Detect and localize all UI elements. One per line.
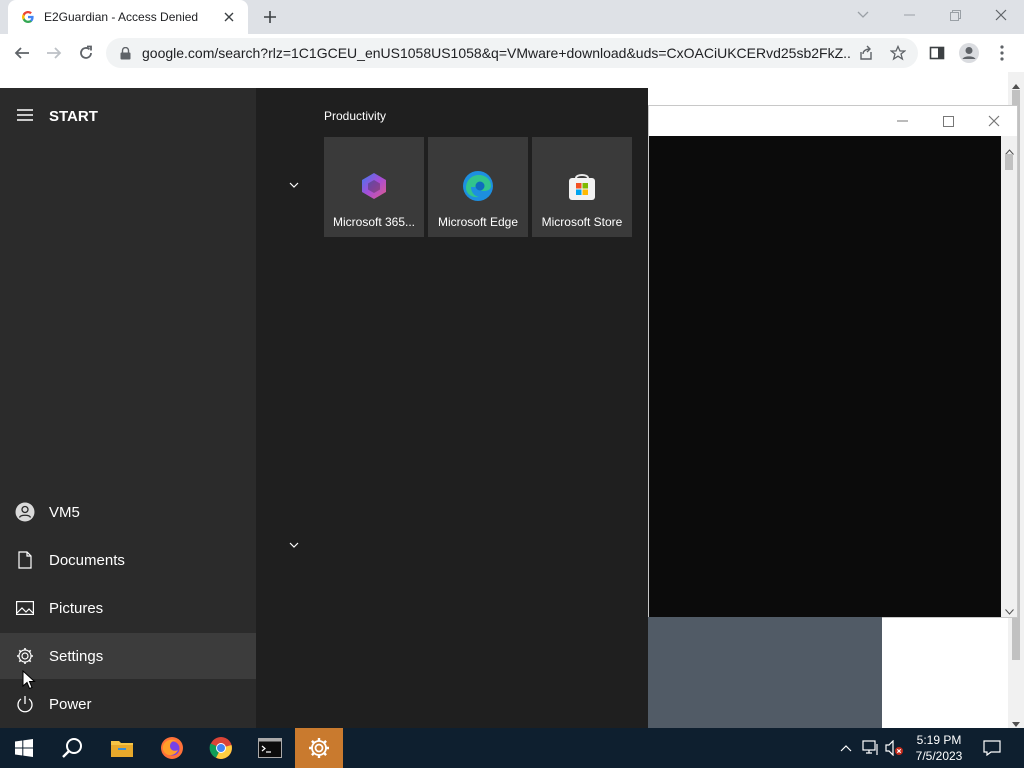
tab-search-icon[interactable]: [840, 0, 886, 30]
tile-microsoft-edge[interactable]: Microsoft Edge: [428, 137, 528, 237]
hamburger-menu-icon[interactable]: [16, 108, 34, 124]
vm-close-icon[interactable]: [971, 106, 1017, 136]
pictures-icon: [15, 598, 35, 618]
system-clock[interactable]: 5:19 PM 7/5/2023: [908, 732, 970, 764]
pictures-label: Pictures: [49, 599, 104, 617]
back-icon[interactable]: [9, 41, 35, 65]
microsoft-365-icon: [357, 169, 391, 203]
documents-item[interactable]: Documents: [0, 537, 256, 583]
volume-muted-icon[interactable]: [884, 728, 906, 768]
clock-date: 7/5/2023: [915, 749, 963, 763]
start-menu-nav: START VM5 Documents Pictures Settings Po…: [0, 88, 256, 728]
tile-label: Microsoft Store: [541, 215, 623, 229]
tab-title: E2Guardian - Access Denied: [44, 10, 199, 24]
restore-icon[interactable]: [932, 0, 978, 30]
power-label: Power: [49, 695, 92, 713]
share-icon[interactable]: [858, 45, 874, 66]
reload-icon[interactable]: [73, 41, 99, 65]
profile-avatar-icon[interactable]: [956, 41, 982, 65]
taskbar: 5:19 PM 7/5/2023: [0, 728, 1024, 768]
firefox-icon[interactable]: [148, 728, 196, 768]
chrome-icon[interactable]: [197, 728, 245, 768]
tile-microsoft-365[interactable]: Microsoft 365...: [324, 137, 424, 237]
network-icon[interactable]: [860, 728, 882, 768]
close-window-icon[interactable]: [978, 0, 1024, 30]
background-window-area: [648, 617, 882, 728]
edge-icon: [461, 169, 495, 203]
start-icon[interactable]: [0, 728, 48, 768]
chevron-down-icon[interactable]: [286, 179, 302, 191]
tile-group-label: Productivity: [324, 109, 387, 123]
settings-label: Settings: [49, 647, 104, 665]
user-name: VM5: [49, 503, 80, 521]
tab-close-icon[interactable]: [218, 6, 240, 28]
pictures-item[interactable]: Pictures: [0, 585, 256, 631]
menu-kebab-icon[interactable]: [989, 41, 1015, 65]
browser-toolbar: google.com/search?rlz=1C1GCEU_enUS1058US…: [0, 34, 1024, 73]
power-icon: [15, 694, 35, 714]
browser-tab-strip: E2Guardian - Access Denied: [0, 0, 1024, 34]
tile-label: Microsoft Edge: [437, 215, 519, 229]
minimize-icon[interactable]: [886, 0, 932, 30]
bookmark-star-icon[interactable]: [889, 44, 907, 66]
tile-label: Microsoft 365...: [332, 215, 416, 229]
google-favicon-icon: [20, 9, 36, 25]
browser-tab[interactable]: E2Guardian - Access Denied: [8, 0, 248, 34]
show-hidden-icons-chevron-icon[interactable]: [836, 728, 856, 768]
mouse-cursor-icon: [22, 669, 36, 690]
start-menu-header: START: [0, 104, 256, 128]
forward-icon[interactable]: [41, 41, 67, 65]
vm-scrollbar-thumb[interactable]: [1005, 154, 1013, 170]
vm-maximize-icon[interactable]: [925, 106, 971, 136]
user-account-item[interactable]: VM5: [0, 489, 256, 535]
new-tab-button[interactable]: [258, 6, 282, 28]
vm-scrollbar[interactable]: [1001, 136, 1017, 617]
store-icon: [565, 169, 599, 203]
vm-window-titlebar[interactable]: [649, 106, 1017, 136]
clock-time: 5:19 PM: [916, 733, 962, 747]
file-explorer-icon[interactable]: [98, 728, 146, 768]
vm-minimize-icon[interactable]: [879, 106, 925, 136]
url-text[interactable]: google.com/search?rlz=1C1GCEU_enUS1058US…: [142, 45, 852, 61]
tile-microsoft-store[interactable]: Microsoft Store: [532, 137, 632, 237]
address-bar[interactable]: google.com/search?rlz=1C1GCEU_enUS1058US…: [106, 38, 918, 68]
lock-icon[interactable]: [118, 46, 132, 60]
user-avatar-icon: [15, 502, 35, 522]
vm-scroll-down-icon[interactable]: [1005, 602, 1014, 620]
scroll-up-icon[interactable]: [1012, 76, 1020, 94]
chevron-down-icon[interactable]: [286, 539, 302, 551]
gear-icon: [15, 646, 35, 666]
power-item[interactable]: Power: [0, 681, 256, 727]
start-menu-tiles: Productivity Microsoft 365... Microsoft …: [256, 88, 648, 728]
start-title: START: [49, 108, 98, 125]
side-panel-icon[interactable]: [924, 41, 950, 65]
vm-console-window[interactable]: [648, 105, 1018, 618]
notifications-icon[interactable]: [978, 728, 1006, 768]
terminal-icon[interactable]: [246, 728, 294, 768]
settings-item[interactable]: Settings: [0, 633, 256, 679]
search-icon[interactable]: [48, 728, 96, 768]
document-icon: [15, 550, 35, 570]
documents-label: Documents: [49, 551, 125, 569]
settings-app-icon[interactable]: [295, 728, 343, 768]
